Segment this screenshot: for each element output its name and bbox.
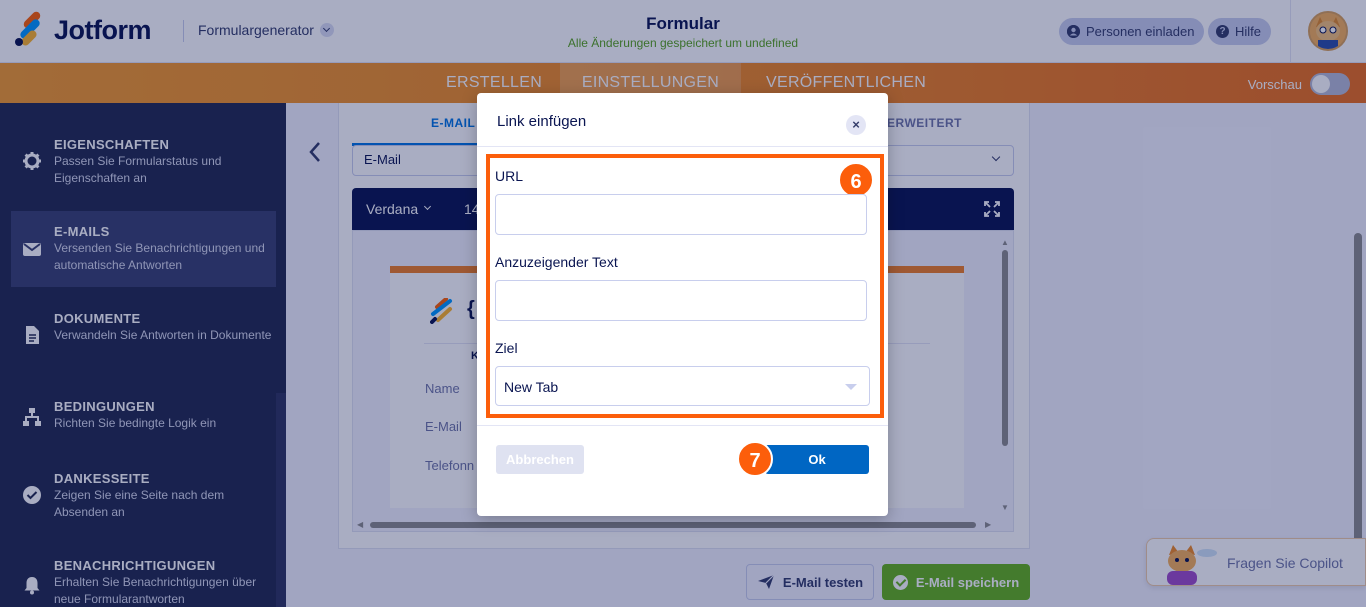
insert-link-dialog: Link einfügen × 6 URL Anzuzeigender Text…: [477, 93, 888, 516]
dialog-divider: [477, 146, 888, 147]
display-text-input[interactable]: [495, 280, 867, 321]
target-select-value: New Tab: [504, 379, 559, 395]
step-badge-7: 7: [737, 441, 773, 477]
ok-button[interactable]: Ok: [765, 445, 869, 474]
dialog-divider: [477, 425, 888, 426]
display-text-label: Anzuzeigender Text: [495, 254, 618, 270]
target-select[interactable]: New Tab: [495, 366, 870, 406]
url-input[interactable]: [495, 194, 867, 235]
dropdown-arrow-icon: [845, 384, 857, 390]
cancel-button[interactable]: Abbrechen: [496, 445, 584, 474]
target-label: Ziel: [495, 340, 518, 356]
close-icon[interactable]: ×: [846, 115, 866, 135]
step-badge-6: 6: [838, 162, 874, 198]
url-label: URL: [495, 168, 524, 184]
dialog-title: Link einfügen: [497, 113, 587, 130]
